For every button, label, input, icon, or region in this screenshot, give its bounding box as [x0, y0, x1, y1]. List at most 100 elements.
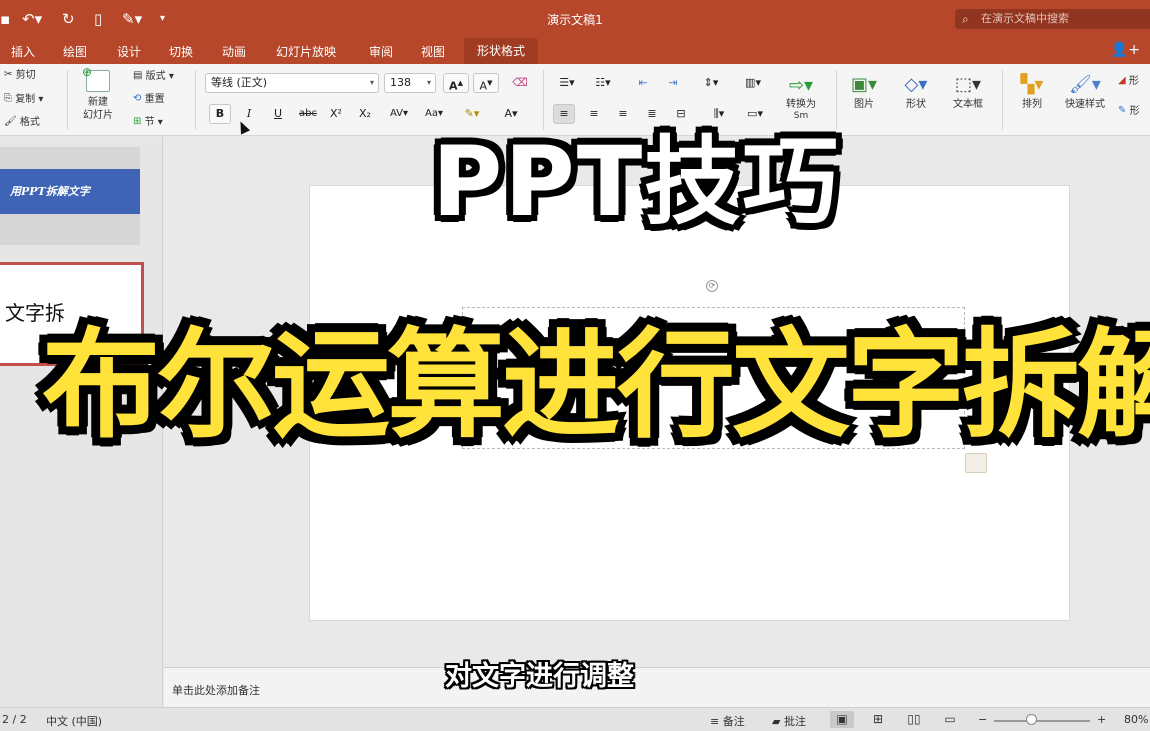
superscript-button[interactable]: X² — [325, 104, 347, 124]
columns-button[interactable]: ▥▾ — [736, 73, 770, 93]
ribbon-divider — [1002, 70, 1003, 130]
grow-font-button[interactable]: A▲ — [443, 73, 469, 93]
copy-icon: ⎘ — [4, 93, 12, 104]
shrink-font-label: A — [479, 79, 488, 93]
shape-fill-label: 形 — [1128, 76, 1139, 87]
pen-icon: ✎ — [1118, 105, 1127, 116]
character-spacing-button[interactable]: AV▾ — [384, 104, 414, 124]
ribbon-divider — [195, 70, 196, 130]
zoom-slider[interactable] — [994, 720, 1090, 722]
textbox-label: 文本框 — [953, 99, 983, 110]
subscript-button[interactable]: X₂ — [354, 104, 376, 124]
comments-button[interactable]: ▰ 批注 — [772, 713, 806, 729]
quick-styles-button[interactable]: 🖌▾ 快速样式 — [1060, 72, 1110, 111]
tab-animations[interactable]: 动画 — [222, 43, 246, 60]
ribbon-tabs: 插入 绘图 设计 切换 动画 幻灯片放映 审阅 视图 形状格式 👤+ — [0, 38, 1150, 64]
zoom-slider-handle[interactable] — [1026, 714, 1037, 725]
chevron-down-icon: ▾ — [369, 78, 374, 87]
video-subtitle: 对文字进行调整 — [445, 661, 634, 692]
slide-counter: 2 / 2 — [2, 713, 27, 726]
zoom-in-button[interactable]: + — [1097, 713, 1106, 726]
picture-button[interactable]: ▣▾ 图片 — [845, 72, 883, 111]
strikethrough-button[interactable]: abc — [295, 104, 321, 124]
font-name-select[interactable]: 等线 (正文) ▾ — [205, 73, 379, 93]
shrink-font-button[interactable]: A▼ — [473, 73, 499, 93]
textbox-icon: ⬚▾ — [954, 74, 982, 95]
numbered-list-icon: ☷ — [595, 76, 606, 89]
shape-fill-button[interactable]: ◢ 形 — [1118, 74, 1139, 89]
reset-icon: ⟲ — [133, 93, 142, 104]
tab-slideshow[interactable]: 幻灯片放映 — [276, 43, 336, 60]
copy-button[interactable]: ⎘ 复制 ▾ — [4, 92, 43, 107]
notes-icon: ≡ — [710, 715, 720, 728]
picture-icon: ▣▾ — [850, 74, 878, 95]
slideshow-icon[interactable]: ▭ — [938, 711, 962, 728]
decrease-indent-icon[interactable]: ⇤ — [632, 73, 654, 93]
tab-view[interactable]: 视图 — [421, 43, 445, 60]
layout-label: 版式 — [145, 71, 166, 82]
cut-label: 剪切 — [15, 70, 36, 81]
status-bar: 2 / 2 中文 (中国) ≡ 备注 ▰ 批注 ▣ ⊞ ▯▯ ▭ − + 80% — [0, 707, 1150, 731]
layout-button[interactable]: ▤ 版式 ▾ — [133, 69, 174, 84]
share-icon[interactable]: 👤+ — [1111, 42, 1140, 58]
zoom-out-button[interactable]: − — [978, 713, 987, 726]
cut-button[interactable]: ✂ 剪切 — [4, 68, 36, 83]
format-label: 格式 — [19, 117, 40, 128]
font-size-select[interactable]: 138 ▾ — [384, 73, 436, 93]
clear-formatting-icon[interactable]: ⌫ — [507, 73, 533, 93]
columns-icon: ▥ — [745, 76, 756, 89]
reset-label: 重置 — [144, 94, 165, 105]
numbering-button[interactable]: ☷▾ — [588, 73, 618, 93]
search-placeholder: 在演示文稿中搜索 — [981, 12, 1069, 25]
line-spacing-icon: ⇕ — [703, 76, 713, 89]
section-label: 节 — [144, 117, 155, 128]
picture-label: 图片 — [854, 99, 874, 110]
section-button[interactable]: ⊞ 节 ▾ — [133, 115, 163, 130]
comments-label: 批注 — [783, 715, 806, 728]
textbox-button[interactable]: ⬚▾ 文本框 — [948, 72, 988, 111]
bullets-button[interactable]: ☰▾ — [552, 73, 582, 93]
arrange-button[interactable]: ▚▾ 排列 — [1012, 72, 1052, 111]
line-spacing-button[interactable]: ⇕▾ — [696, 73, 726, 93]
reading-view-icon[interactable]: ▯▯ — [902, 711, 926, 728]
grow-font-label: A — [449, 79, 458, 93]
slide-thumbnail-1[interactable]: 用PPT拆解文字 — [0, 147, 140, 245]
tab-insert[interactable]: 插入 — [11, 43, 35, 60]
reset-button[interactable]: ⟲ 重置 — [133, 92, 165, 107]
notes-button[interactable]: ≡ 备注 — [710, 713, 745, 729]
zoom-level[interactable]: 80% — [1124, 713, 1148, 726]
format-painter-button[interactable]: 🖌 格式 — [4, 115, 40, 130]
section-icon: ⊞ — [133, 116, 142, 127]
shape-label: 形状 — [906, 99, 926, 110]
thumbnail-1-title: 用PPT拆解文字 — [0, 169, 140, 214]
tab-design[interactable]: 设计 — [117, 43, 141, 60]
shape-button[interactable]: ◇▾ 形状 — [896, 72, 936, 111]
ribbon-divider — [67, 70, 68, 130]
font-name-value: 等线 (正文) — [211, 76, 268, 89]
language-indicator[interactable]: 中文 (中国) — [46, 713, 102, 729]
search-icon: ⌕ — [962, 12, 969, 26]
chevron-down-icon: ▾ — [426, 78, 431, 87]
convert-smartart-button[interactable]: ⇨▾ 转换为 Sm — [778, 74, 824, 121]
bold-button[interactable]: B — [209, 104, 231, 124]
tab-transitions[interactable]: 切换 — [169, 43, 193, 60]
scissors-icon: ✂ — [4, 69, 13, 80]
slide-sorter-icon[interactable]: ⊞ — [866, 711, 890, 728]
tab-draw[interactable]: 绘图 — [63, 43, 87, 60]
shape-outline-button[interactable]: ✎ 形 — [1118, 104, 1140, 119]
search-input[interactable]: ⌕ 在演示文稿中搜索 — [955, 9, 1150, 29]
arrange-icon: ▚▾ — [1020, 74, 1044, 95]
underline-button[interactable]: U — [267, 104, 289, 124]
tab-shape-format[interactable]: 形状格式 — [464, 38, 539, 64]
arrange-label: 排列 — [1022, 99, 1042, 110]
title-bar: ▪ ↶▾ ↻ ▯ ✎▾ ▾ 演示文稿1 ⌕ 在演示文稿中搜索 — [0, 0, 1150, 38]
comment-icon: ▰ — [772, 715, 781, 728]
bullet-list-icon: ☰ — [559, 76, 570, 89]
new-slide-button[interactable]: ⊕ 新建 幻灯片 — [78, 66, 118, 122]
normal-view-icon[interactable]: ▣ — [830, 711, 854, 728]
tab-review[interactable]: 审阅 — [369, 43, 393, 60]
notes-pane[interactable]: 单击此处添加备注 — [164, 667, 1150, 707]
brush-icon: 🖌 — [4, 116, 17, 127]
char-spacing-label: AV — [389, 108, 403, 119]
increase-indent-icon[interactable]: ⇥ — [662, 73, 684, 93]
